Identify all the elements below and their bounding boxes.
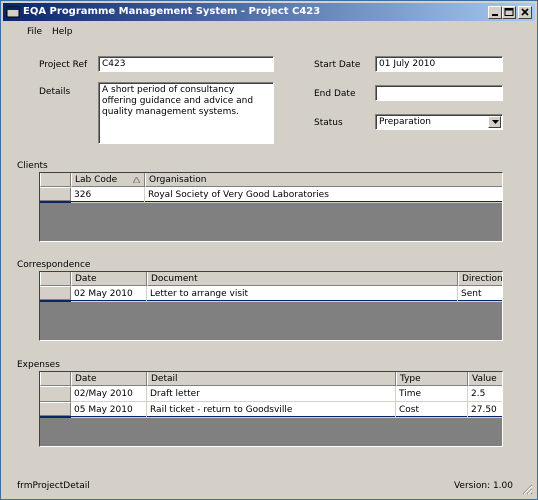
cell-lab-code[interactable]: 326 xyxy=(71,187,145,203)
window-title: EQA Programme Management System - Projec… xyxy=(23,6,321,17)
end-date-field[interactable] xyxy=(375,85,503,101)
row-selector[interactable] xyxy=(40,286,71,300)
cell-date[interactable]: 05 May 2010 xyxy=(71,402,147,418)
column-header-date[interactable]: Date xyxy=(71,272,147,286)
details-field[interactable]: A short period of consultancy offering g… xyxy=(98,82,274,144)
app-icon xyxy=(6,6,20,18)
status-form-name: frmProjectDetail xyxy=(17,481,90,491)
status-select[interactable]: Preparation xyxy=(375,114,503,130)
cell-direction[interactable]: Sent xyxy=(458,286,502,302)
cell-detail[interactable]: Draft letter xyxy=(147,386,396,402)
grid-corner xyxy=(40,372,71,386)
sort-ascending-icon xyxy=(133,177,140,183)
close-icon xyxy=(521,8,529,16)
maximize-icon xyxy=(504,8,514,16)
table-row[interactable]: 02 May 2010 Letter to arrange visit Sent xyxy=(40,286,502,302)
clients-grid[interactable]: Lab Code Organisation 326 Royal Society … xyxy=(39,172,503,242)
expenses-grid-header: Date Detail Type Value xyxy=(40,372,502,386)
cell-type[interactable]: Time xyxy=(396,386,468,402)
cell-detail[interactable]: Rail ticket - return to Goodsville xyxy=(147,402,396,418)
row-selector[interactable] xyxy=(40,386,71,402)
status-select-value: Preparation xyxy=(379,117,431,127)
cell-type[interactable]: Cost xyxy=(396,402,468,418)
column-header-lab-code[interactable]: Lab Code xyxy=(71,173,145,187)
minimize-icon xyxy=(492,14,498,16)
close-button[interactable] xyxy=(518,6,532,19)
clients-section-title: Clients xyxy=(17,161,48,171)
status-dropdown-button[interactable] xyxy=(488,116,501,128)
expenses-section-title: Expenses xyxy=(17,360,60,370)
resize-grip-icon[interactable] xyxy=(521,483,533,495)
project-ref-field[interactable]: C423 xyxy=(98,56,274,72)
table-row[interactable]: 326 Royal Society of Very Good Laborator… xyxy=(40,187,502,203)
menu-file[interactable]: File xyxy=(27,27,42,37)
table-row[interactable]: 02/May 2010 Draft letter Time 2.5 xyxy=(40,386,502,402)
clients-grid-header: Lab Code Organisation xyxy=(40,173,502,187)
cell-value[interactable]: 2.5 xyxy=(468,386,502,402)
maximize-button[interactable] xyxy=(502,6,516,19)
menu-bar: File Help xyxy=(3,23,535,41)
cell-date[interactable]: 02/May 2010 xyxy=(71,386,147,402)
main-window: EQA Programme Management System - Projec… xyxy=(0,0,538,500)
column-header-detail[interactable]: Detail xyxy=(147,372,396,386)
column-header-date[interactable]: Date xyxy=(71,372,147,386)
cell-date[interactable]: 02 May 2010 xyxy=(71,286,147,302)
column-header-direction[interactable]: Direction xyxy=(458,272,502,286)
details-label: Details xyxy=(39,87,71,97)
cell-value[interactable]: 27.50 xyxy=(468,402,502,418)
chevron-down-icon xyxy=(492,120,499,124)
column-header-document[interactable]: Document xyxy=(147,272,458,286)
status-label: Status xyxy=(314,118,343,128)
column-header-value[interactable]: Value xyxy=(468,372,502,386)
project-ref-label: Project Ref xyxy=(39,60,88,70)
column-header-organisation[interactable]: Organisation xyxy=(145,173,502,187)
expenses-grid[interactable]: Date Detail Type Value 02/May 2010 Draft… xyxy=(39,371,503,447)
grid-corner xyxy=(40,272,71,286)
correspondence-grid-header: Date Document Direction xyxy=(40,272,502,286)
cell-document[interactable]: Letter to arrange visit xyxy=(147,286,458,302)
column-header-label: Lab Code xyxy=(75,175,118,185)
row-selector[interactable] xyxy=(40,402,71,416)
title-bar[interactable]: EQA Programme Management System - Projec… xyxy=(3,3,535,21)
row-selector[interactable] xyxy=(40,187,71,201)
grid-corner xyxy=(40,173,71,187)
correspondence-section-title: Correspondence xyxy=(17,260,91,270)
minimize-button[interactable] xyxy=(488,6,502,19)
correspondence-grid[interactable]: Date Document Direction 02 May 2010 Lett… xyxy=(39,271,503,341)
column-header-type[interactable]: Type xyxy=(396,372,468,386)
status-version: Version: 1.00 xyxy=(453,481,513,491)
start-date-label: Start Date xyxy=(314,60,361,70)
menu-help[interactable]: Help xyxy=(52,27,73,37)
status-bar: frmProjectDetail Version: 1.00 xyxy=(3,475,535,497)
start-date-field[interactable]: 01 July 2010 xyxy=(375,56,503,72)
end-date-label: End Date xyxy=(314,89,356,99)
table-row[interactable]: 05 May 2010 Rail ticket - return to Good… xyxy=(40,402,502,418)
cell-organisation[interactable]: Royal Society of Very Good Laboratories xyxy=(145,187,502,203)
